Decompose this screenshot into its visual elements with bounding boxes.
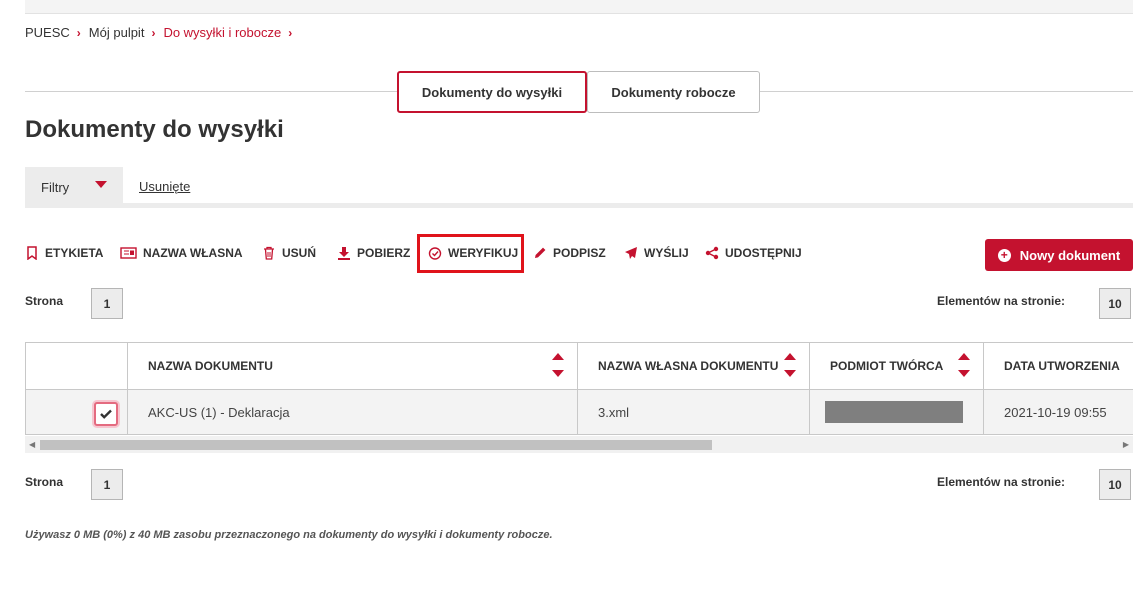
per-page-label-top: Elementów na stronie: — [937, 294, 1066, 308]
label-button[interactable]: ETYKIETA — [25, 246, 103, 260]
filter-bar: Filtry Usunięte — [25, 167, 1133, 209]
filters-label: Filtry — [41, 180, 70, 195]
sign-button-text: PODPISZ — [553, 246, 606, 260]
cell-created-date: 2021-10-19 09:55 — [983, 389, 1133, 435]
per-page-select-top[interactable]: 10 — [1099, 288, 1131, 319]
share-icon — [705, 246, 719, 260]
trash-icon — [262, 246, 276, 260]
check-circle-icon — [428, 246, 442, 260]
chevron-right-icon: › — [76, 25, 81, 40]
column-header-document-name[interactable]: NAZWA DOKUMENTU — [127, 342, 578, 390]
delete-button-text: USUŃ — [282, 246, 317, 260]
verify-button[interactable]: WERYFIKUJ — [428, 246, 518, 260]
sign-button[interactable]: PODPISZ — [533, 246, 606, 260]
new-document-button-text: Nowy dokument — [1019, 247, 1121, 263]
scroll-left-icon[interactable]: ◀ — [29, 440, 35, 449]
storage-usage-note: Używasz 0 MB (0%) z 40 MB zasobu przezna… — [25, 529, 553, 541]
sort-arrows-icon[interactable] — [958, 353, 970, 379]
column-header-text: DATA UTWORZENIA — [1004, 359, 1120, 373]
select-column-header — [25, 342, 128, 390]
column-header-text: NAZWA WŁASNA DOKUMENTU — [598, 359, 779, 373]
id-card-icon — [120, 246, 137, 260]
send-button-text: WYŚLIJ — [644, 246, 689, 260]
per-page-label-bottom: Elementów na stronie: — [937, 475, 1066, 489]
breadcrumb-my-desktop[interactable]: Mój pulpit — [89, 25, 145, 40]
column-header-creator[interactable]: PODMIOT TWÓRCA — [809, 342, 984, 390]
chevron-right-icon: › — [288, 25, 293, 40]
chevron-right-icon: › — [151, 25, 156, 40]
verify-button-text: WERYFIKUJ — [448, 246, 519, 260]
download-button[interactable]: POBIERZ — [337, 246, 410, 260]
table-row[interactable]: AKC-US (1) - Deklaracja 3.xml 2021-10-19… — [25, 389, 1133, 435]
paper-plane-icon — [624, 246, 638, 260]
page-number-bottom[interactable]: 1 — [91, 469, 123, 500]
cell-own-name: 3.xml — [577, 389, 810, 435]
pencil-icon — [533, 246, 547, 260]
top-bar — [25, 0, 1133, 14]
page-title: Dokumenty do wysyłki — [25, 116, 284, 143]
breadcrumb-puesc[interactable]: PUESC — [25, 25, 70, 40]
check-icon — [100, 409, 112, 419]
page-number-top[interactable]: 1 — [91, 288, 123, 319]
deleted-tab[interactable]: Usunięte — [139, 179, 190, 194]
page-label-bottom: Strona — [25, 475, 64, 489]
cell-creator — [809, 389, 984, 435]
new-document-button[interactable]: + Nowy dokument — [985, 239, 1133, 271]
tab-draft-documents[interactable]: Dokumenty robocze — [587, 71, 760, 113]
column-header-own-name[interactable]: NAZWA WŁASNA DOKUMENTU — [577, 342, 810, 390]
column-header-created-date[interactable]: DATA UTWORZENIA — [983, 342, 1133, 390]
action-toolbar: ETYKIETA NAZWA WŁASNA USUŃ POBIERZ WERYF… — [25, 234, 1133, 273]
per-page-select-bottom[interactable]: 10 — [1099, 469, 1131, 500]
scrollbar-thumb[interactable] — [40, 440, 712, 450]
scroll-right-icon[interactable]: ▶ — [1123, 440, 1129, 449]
caret-down-icon — [95, 181, 107, 188]
row-select-cell — [25, 389, 128, 435]
row-checkbox[interactable] — [94, 402, 118, 426]
sort-arrows-icon[interactable] — [552, 353, 564, 379]
send-button[interactable]: WYŚLIJ — [624, 246, 689, 260]
table-header-row: NAZWA DOKUMENTU NAZWA WŁASNA DOKUMENTU P… — [25, 342, 1133, 390]
bookmark-icon — [25, 246, 39, 260]
own-name-button-text: NAZWA WŁASNA — [143, 246, 243, 260]
cell-document-name: AKC-US (1) - Deklaracja — [127, 389, 578, 435]
download-icon — [337, 246, 351, 260]
delete-button[interactable]: USUŃ — [262, 246, 316, 260]
breadcrumb: PUESC › Mój pulpit › Do wysyłki i robocz… — [25, 25, 300, 40]
breadcrumb-current[interactable]: Do wysyłki i robocze — [163, 25, 281, 40]
redacted-block — [825, 401, 963, 423]
filter-bar-underline — [25, 203, 1133, 208]
sort-arrows-icon[interactable] — [784, 353, 796, 379]
filters-tab[interactable]: Filtry — [25, 167, 123, 208]
horizontal-scrollbar[interactable]: ◀ ▶ — [25, 436, 1133, 453]
page-label-top: Strona — [25, 294, 64, 308]
share-button[interactable]: UDOSTĘPNIJ — [705, 246, 802, 260]
own-name-button[interactable]: NAZWA WŁASNA — [120, 246, 243, 260]
column-header-text: PODMIOT TWÓRCA — [830, 359, 944, 373]
share-button-text: UDOSTĘPNIJ — [725, 246, 802, 260]
plus-circle-icon: + — [997, 248, 1011, 262]
tab-documents-to-send[interactable]: Dokumenty do wysyłki — [397, 71, 587, 113]
label-button-text: ETYKIETA — [45, 246, 104, 260]
download-button-text: POBIERZ — [357, 246, 411, 260]
column-header-text: NAZWA DOKUMENTU — [148, 359, 273, 373]
